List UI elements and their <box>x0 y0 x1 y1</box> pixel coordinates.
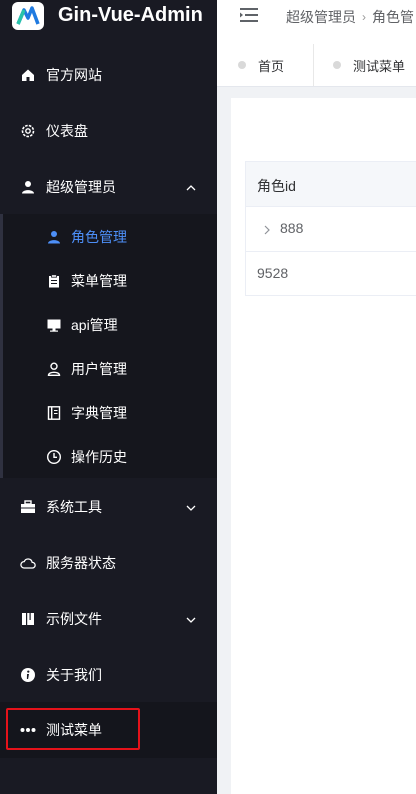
tab-label: 首页 <box>258 58 285 74</box>
menu-item-label: 示例文件 <box>46 611 102 627</box>
submenu-item-role-management[interactable]: 角色管理 <box>0 215 217 259</box>
menu-item-about-us[interactable]: 关于我们 <box>0 647 217 703</box>
sidebar: Gin-Vue-Admin 官方网站 仪表盘 超级管理员 角色管理 菜单管理 a… <box>0 0 217 794</box>
menu-item-label: 官方网站 <box>46 67 102 83</box>
menu-toggle-icon[interactable] <box>240 8 258 22</box>
role-table: 角色id 888 9528 <box>245 161 416 296</box>
tab-divider <box>313 44 314 86</box>
menu-item-label: 超级管理员 <box>46 179 116 195</box>
toolbox-icon <box>20 499 36 515</box>
table-row[interactable]: 888 <box>246 207 416 252</box>
monitor-icon <box>46 317 62 333</box>
column-header-role-id[interactable]: 角色id <box>257 176 296 196</box>
cloud-icon <box>20 555 36 571</box>
logo-row[interactable]: Gin-Vue-Admin <box>0 0 217 32</box>
home-icon <box>20 67 36 83</box>
submenu-item-api-management[interactable]: api管理 <box>0 303 217 347</box>
menu-item-server-status[interactable]: 服务器状态 <box>0 535 217 591</box>
topbar: 超级管理员 › 角色管 <box>217 0 416 45</box>
user-icon <box>46 229 62 245</box>
breadcrumb-item[interactable]: 超级管理员 <box>286 7 356 27</box>
tab-home[interactable]: 首页 <box>238 44 284 86</box>
menu-item-system-tools[interactable]: 系统工具 <box>0 479 217 535</box>
tabs-bar: 首页 测试菜单 <box>217 44 416 87</box>
table-row[interactable]: 9528 <box>246 252 416 297</box>
tab-dot-icon <box>333 61 341 69</box>
chevron-up-icon <box>185 181 197 193</box>
user-outline-icon <box>46 361 62 377</box>
menu-item-label: 仪表盘 <box>46 123 88 139</box>
tab-test-menu[interactable]: 测试菜单 <box>333 44 405 86</box>
submenu-item-operation-history[interactable]: 操作历史 <box>0 435 217 479</box>
menu-item-dashboard[interactable]: 仪表盘 <box>0 103 217 159</box>
clipboard-icon <box>46 273 62 289</box>
logo-icon <box>12 2 44 30</box>
tab-dot-icon <box>238 61 246 69</box>
menu-item-example-files[interactable]: 示例文件 <box>0 591 217 647</box>
menu-item-super-admin[interactable]: 超级管理员 <box>0 159 217 215</box>
submenu-item-label: 操作历史 <box>71 449 127 465</box>
submenu-item-label: 字典管理 <box>71 405 127 421</box>
user-icon <box>20 179 36 195</box>
breadcrumb: 超级管理员 › 角色管 <box>286 7 414 27</box>
breadcrumb-separator-icon: › <box>362 10 366 24</box>
clock-icon <box>46 449 62 465</box>
menu-item-official-site[interactable]: 官方网站 <box>0 47 217 103</box>
role-id-cell: 9528 <box>257 265 289 281</box>
submenu-item-menu-management[interactable]: 菜单管理 <box>0 259 217 303</box>
menu-item-label: 服务器状态 <box>46 555 116 571</box>
submenu-item-dictionary-management[interactable]: 字典管理 <box>0 391 217 435</box>
menu-item-label: 系统工具 <box>46 499 102 515</box>
submenu-item-label: 用户管理 <box>71 361 127 377</box>
expand-icon[interactable] <box>263 223 271 235</box>
breadcrumb-item: 角色管 <box>372 9 414 25</box>
folder-icon <box>20 611 36 627</box>
submenu-item-user-management[interactable]: 用户管理 <box>0 347 217 391</box>
tab-label: 测试菜单 <box>353 58 406 74</box>
chevron-down-icon <box>185 613 197 625</box>
submenu-item-label: 角色管理 <box>71 229 127 245</box>
book-icon <box>46 405 62 421</box>
app-title: Gin-Vue-Admin <box>58 4 203 26</box>
highlight-box <box>6 708 140 750</box>
menu-item-label: 关于我们 <box>46 667 102 683</box>
chevron-down-icon <box>185 501 197 513</box>
info-icon <box>20 667 36 683</box>
gear-icon <box>20 123 36 139</box>
table-header: 角色id <box>246 162 416 207</box>
role-id-cell: 888 <box>280 220 304 236</box>
submenu-item-label: api管理 <box>71 317 118 333</box>
submenu-item-label: 菜单管理 <box>71 273 127 289</box>
